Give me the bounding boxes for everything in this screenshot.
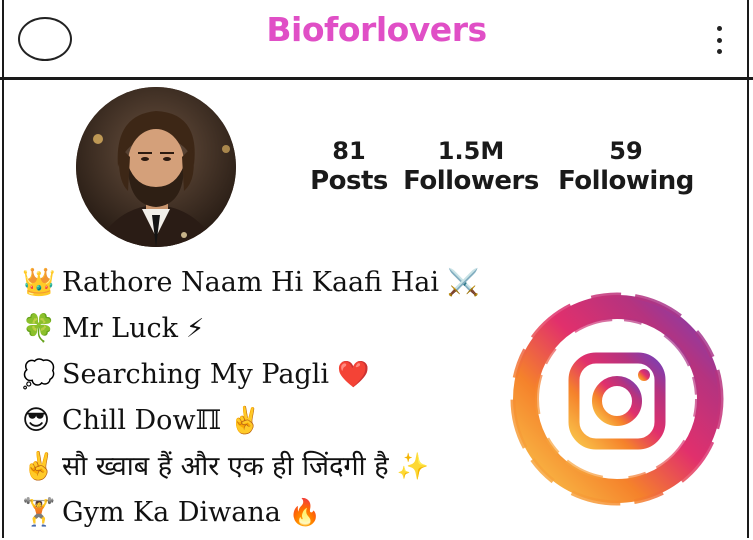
posts-count: 81: [332, 137, 366, 165]
bio-line: 🍀 Mr Luck ⚡: [22, 306, 479, 352]
heart-icon: ❤️: [336, 360, 370, 390]
followers-stat[interactable]: 1.5M Followers: [402, 137, 540, 197]
bio-line: 🏋️ Gym Ka Diwana 🔥: [22, 490, 479, 536]
following-count: 59: [609, 137, 643, 165]
bio-line: 😎 Chill Dowℿ ✌️: [22, 398, 479, 444]
instagram-icon: [506, 288, 728, 510]
bio-text: Mr Luck: [62, 313, 178, 344]
bio-text: सौ ख्वाब हैं और एक ही जिंदगी है: [62, 451, 389, 482]
weightlifter-icon: 🏋️: [22, 497, 56, 528]
bio-line: 👑 Rathore Naam Hi Kaafi Hai ⚔️: [22, 260, 479, 306]
victory-hand-icon: ✌️: [229, 406, 262, 436]
victory-hand-icon: ✌️: [22, 451, 56, 482]
bio: 👑 Rathore Naam Hi Kaafi Hai ⚔️ 🍀 Mr Luck…: [22, 260, 479, 536]
fire-icon: 🔥: [288, 498, 322, 528]
bio-text: Searching My Pagli: [62, 359, 329, 390]
app-logo: Bioforlovers: [266, 10, 487, 49]
following-label: Following: [558, 166, 694, 196]
avatar[interactable]: [76, 87, 236, 247]
more-options-icon[interactable]: [715, 26, 723, 54]
bio-text: Rathore Naam Hi Kaafi Hai: [62, 267, 440, 298]
bio-line: ✌️ सौ ख्वाब हैं और एक ही जिंदगी है ✨: [22, 444, 479, 490]
following-stat[interactable]: 59 Following: [552, 137, 700, 197]
profile-stats: 81 Posts 1.5M Followers 59 Following: [302, 137, 722, 197]
swords-icon: ⚔️: [447, 268, 480, 298]
crown-icon: 👑: [22, 267, 56, 298]
bio-text: Gym Ka Diwana: [62, 497, 281, 528]
sparkles-icon: ✨: [396, 452, 429, 482]
followers-label: Followers: [403, 166, 539, 196]
posts-label: Posts: [310, 166, 388, 196]
top-bar: Bioforlovers: [0, 0, 753, 80]
thought-bubble-icon: 💭: [22, 359, 56, 390]
clover-icon: 🍀: [22, 313, 56, 344]
posts-stat[interactable]: 81 Posts: [302, 137, 396, 197]
bio-line: 💭 Searching My Pagli ❤️: [22, 352, 479, 398]
lightning-icon: ⚡: [185, 314, 205, 344]
sunglasses-icon: 😎: [22, 405, 51, 436]
bio-text: Chill Dowℿ: [62, 405, 222, 436]
followers-count: 1.5M: [437, 137, 505, 165]
